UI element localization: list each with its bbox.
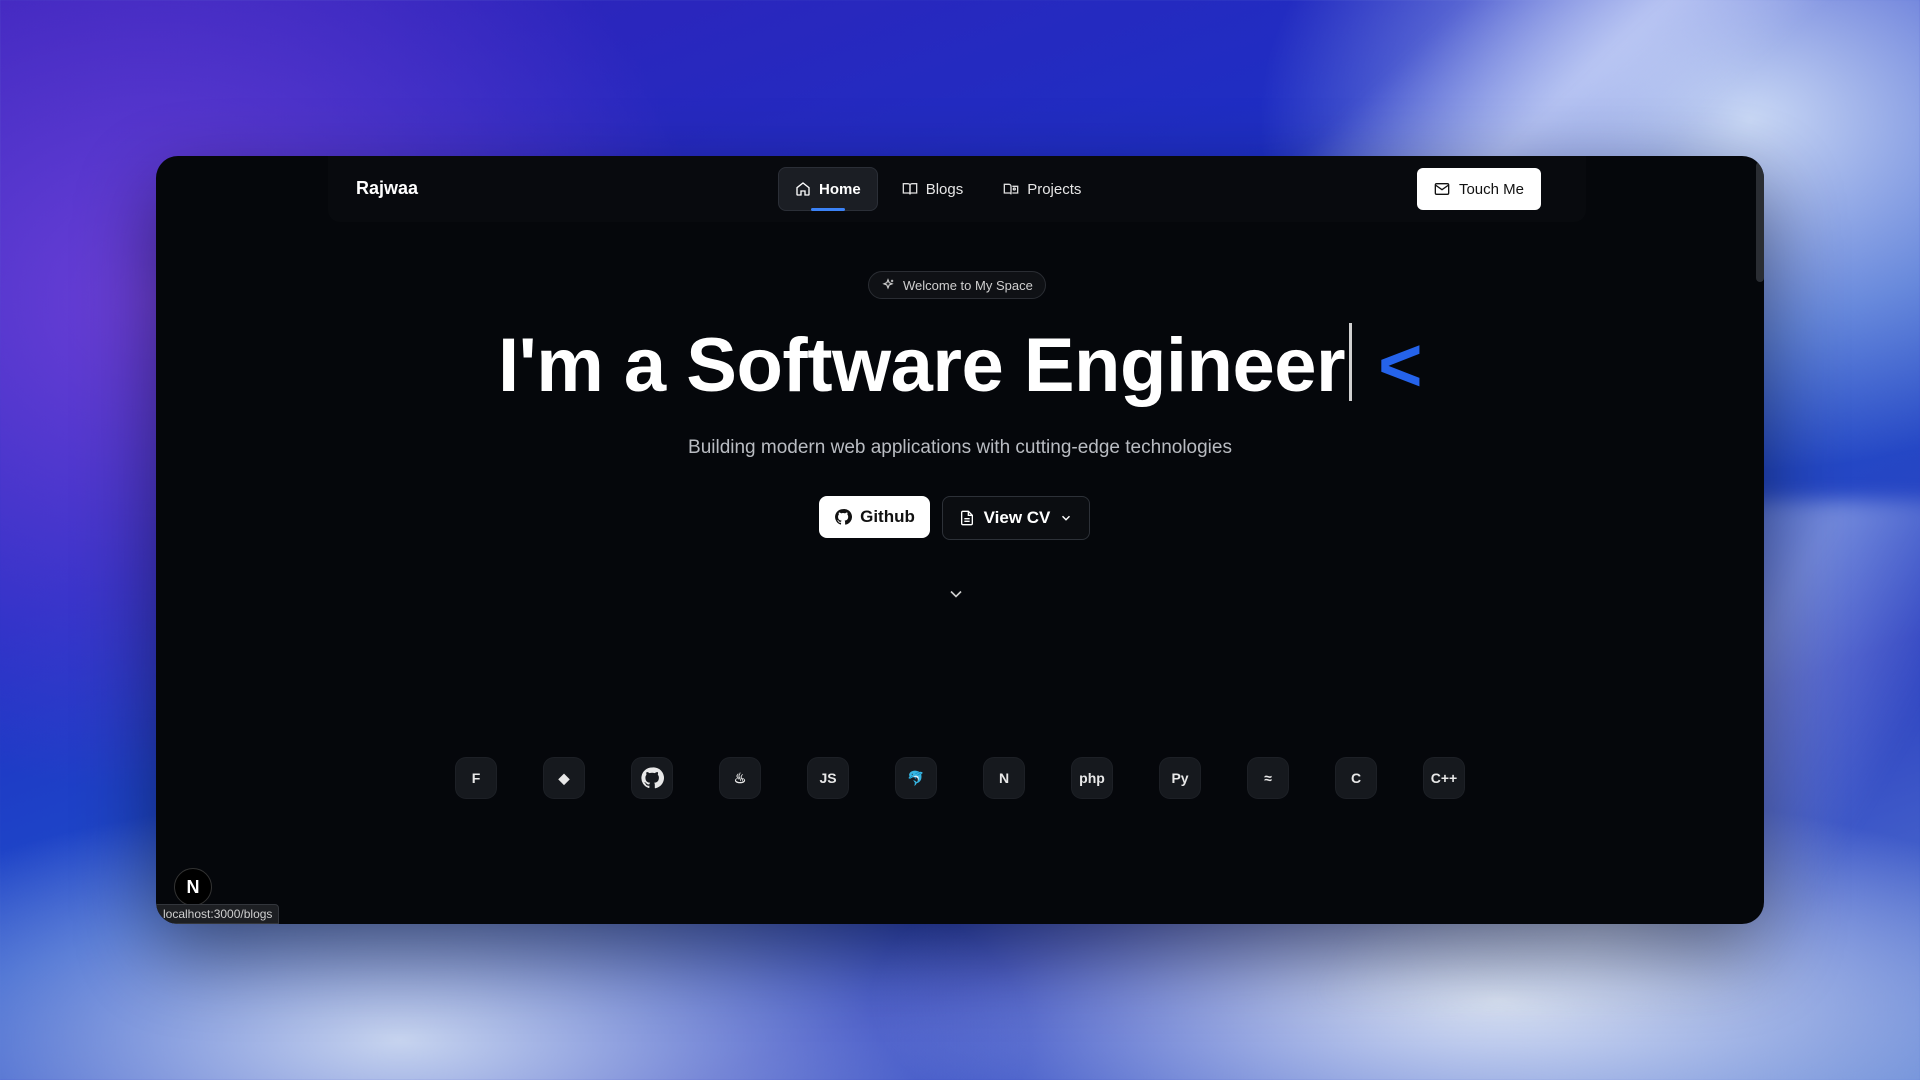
nav-blogs[interactable]: Blogs xyxy=(886,167,980,211)
github-icon xyxy=(632,758,672,798)
view-cv-dropdown[interactable]: View CV xyxy=(942,496,1090,540)
github-label: Github xyxy=(860,507,915,526)
tech-icon-partial xyxy=(1512,758,1552,798)
sparkles-icon xyxy=(882,278,894,290)
c-icon: C xyxy=(1336,758,1376,798)
nav-blogs-label: Blogs xyxy=(925,180,964,198)
github-icon xyxy=(835,509,853,525)
nav-home[interactable]: Home xyxy=(778,167,878,211)
nav-home-label: Home xyxy=(819,180,861,198)
welcome-text: Welcome to My Space xyxy=(903,277,1033,293)
welcome-badge: Welcome to My Space xyxy=(868,271,1046,299)
python-icon: Py xyxy=(1160,758,1200,798)
cta-row: Github View CV xyxy=(819,496,1090,540)
view-cv-label: View CV xyxy=(983,508,1051,527)
mysql-icon: 🐬 xyxy=(896,758,936,798)
github-button[interactable]: Github xyxy=(819,496,930,538)
typing-caret xyxy=(1349,323,1353,401)
git-icon: ◆ xyxy=(544,758,584,798)
status-bar-url: localhost:3000/blogs xyxy=(156,904,280,924)
headline-text: I'm a Software Engineer xyxy=(498,323,1346,408)
home-icon xyxy=(796,182,810,196)
headline-bracket: < xyxy=(1378,323,1422,408)
php-icon: php xyxy=(1072,758,1112,798)
book-icon xyxy=(902,183,918,195)
mail-icon xyxy=(1434,183,1450,195)
chevron-down-icon xyxy=(1062,515,1071,521)
hero-headline: I'm a Software Engineer < xyxy=(156,322,1764,412)
figma-icon: F xyxy=(456,758,496,798)
hero-subtitle: Building modern web applications with cu… xyxy=(688,437,1232,458)
scrollbar[interactable] xyxy=(1756,162,1764,282)
javascript-icon: JS xyxy=(808,758,848,798)
nextjs-dev-badge[interactable]: N xyxy=(174,868,212,906)
cplusplus-icon: C++ xyxy=(1424,758,1464,798)
nav-projects-label: Projects xyxy=(1027,180,1082,198)
navbar: Rajwaa Home Blogs Projects Touch Me xyxy=(328,156,1586,222)
java-icon: ♨ xyxy=(720,758,760,798)
nav-projects[interactable]: Projects xyxy=(987,167,1097,211)
file-icon xyxy=(960,510,973,526)
browser-window: Rajwaa Home Blogs Projects Touch Me Welc… xyxy=(156,156,1764,924)
book-open-icon xyxy=(1003,183,1019,195)
nav-links: Home Blogs Projects xyxy=(778,167,1097,211)
tailwind-icon: ≈ xyxy=(1248,758,1288,798)
touch-me-label: Touch Me xyxy=(1458,180,1525,198)
touch-me-button[interactable]: Touch Me xyxy=(1417,168,1541,210)
brand-logo[interactable]: Rajwaa xyxy=(356,178,418,199)
nextjs-icon: N xyxy=(984,758,1024,798)
scroll-down-chevron-icon[interactable] xyxy=(946,584,966,604)
tech-icon-partial xyxy=(368,758,408,798)
tech-stack-marquee: F ◆ ♨ JS 🐬 N php Py ≈ C C++ xyxy=(368,758,1552,798)
